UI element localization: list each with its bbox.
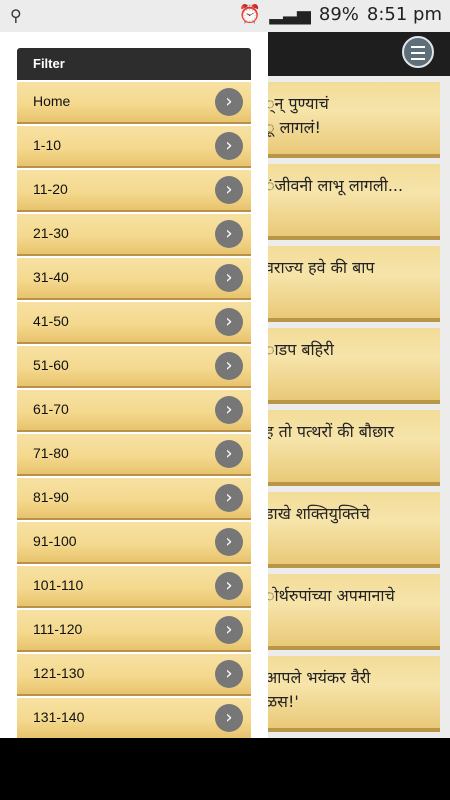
chevron-right-icon: › <box>215 132 243 160</box>
list-item-text: ोर्थरुपांच्या अपमानाचे <box>265 586 395 605</box>
battery-percent: 89% <box>318 4 359 25</box>
drawer-item-21-30[interactable]: 21-30 › <box>17 214 251 256</box>
chevron-right-icon: › <box>215 440 243 468</box>
drawer-item-label: 11-20 <box>33 181 68 197</box>
drawer-item-41-50[interactable]: 41-50 › <box>17 302 251 344</box>
drawer-item-111-120[interactable]: 111-120 › <box>17 610 251 652</box>
drawer-item-51-60[interactable]: 51-60 › <box>17 346 251 388</box>
drawer-item-121-130[interactable]: 121-130 › <box>17 654 251 696</box>
chevron-right-icon: › <box>215 352 243 380</box>
drawer-item-71-80[interactable]: 71-80 › <box>17 434 251 476</box>
signal-icon: ▂▃▅ <box>269 4 311 25</box>
drawer-item-131-140[interactable]: 131-140 › <box>17 698 251 738</box>
chevron-right-icon: › <box>215 528 243 556</box>
drawer-item-31-40[interactable]: 31-40 › <box>17 258 251 300</box>
drawer-item-label: 1-10 <box>33 137 62 153</box>
navigation-drawer: Filter Home › 1-10 › 11-20 › 21-30 › 31-40 › … <box>0 32 268 738</box>
drawer-item-1-10[interactable]: 1-10 › <box>17 126 251 168</box>
list-item-text: ्न् पुण्याचं ू लागलं! <box>265 94 329 137</box>
drawer-header: Filter <box>17 48 251 80</box>
chevron-right-icon: › <box>215 220 243 248</box>
drawer-item-label: 101-110 <box>33 577 84 593</box>
chevron-right-icon: › <box>215 396 243 424</box>
chevron-right-icon: › <box>215 572 243 600</box>
status-bar: ⚲ ⏰ ▂▃▅ 89% 8:51 pm <box>0 0 450 32</box>
chevron-right-icon: › <box>215 88 243 116</box>
drawer-item-label: 71-80 <box>33 445 69 461</box>
hamburger-menu-icon[interactable] <box>402 36 434 68</box>
list-item-text: ंजीवनी लाभू लागली... <box>265 176 404 195</box>
drawer-item-101-110[interactable]: 101-110 › <box>17 566 251 608</box>
drawer-item-label: 51-60 <box>33 357 69 373</box>
drawer-item-label: 21-30 <box>33 225 69 241</box>
usb-icon: ⚲ <box>10 6 22 25</box>
drawer-item-81-90[interactable]: 81-90 › <box>17 478 251 520</box>
drawer-item-label: Home <box>33 93 71 109</box>
chevron-right-icon: › <box>215 484 243 512</box>
system-navigation-bar <box>0 738 450 800</box>
chevron-right-icon: › <box>215 264 243 292</box>
list-item-text: आपले भयंकर वैरी ळस!' <box>265 668 371 711</box>
drawer-item-label: 31-40 <box>33 269 69 285</box>
alarm-icon: ⏰ <box>238 4 262 25</box>
drawer-item-91-100[interactable]: 91-100 › <box>17 522 251 564</box>
drawer-item-11-20[interactable]: 11-20 › <box>17 170 251 212</box>
status-icons: ⏰ ▂▃▅ 89% 8:51 pm <box>239 4 442 25</box>
drawer-item-label: 61-70 <box>33 401 69 417</box>
drawer-item-label: 41-50 <box>33 313 69 329</box>
drawer-item-label: 131-140 <box>33 709 85 725</box>
list-item-text: डाखे शक्तियुक्तिचे <box>265 504 370 523</box>
chevron-right-icon: › <box>215 704 243 732</box>
list-item-text: ह तो पत्थरों की बौछार <box>265 422 394 441</box>
list-item-text: वराज्य हवे की बाप <box>265 258 375 277</box>
drawer-item-label: 111-120 <box>33 621 83 637</box>
list-item-text: ाडप बहिरी <box>265 340 334 359</box>
screen: ⚲ ⏰ ▂▃▅ 89% 8:51 pm a ्न् पुण्याचं ू लाग… <box>0 0 450 738</box>
drawer-item-home[interactable]: Home › <box>17 82 251 124</box>
chevron-right-icon: › <box>215 660 243 688</box>
chevron-right-icon: › <box>215 308 243 336</box>
drawer-item-61-70[interactable]: 61-70 › <box>17 390 251 432</box>
chevron-right-icon: › <box>215 176 243 204</box>
time: 8:51 pm <box>366 4 442 25</box>
drawer-item-label: 81-90 <box>33 489 69 505</box>
drawer-item-label: 121-130 <box>33 665 85 681</box>
drawer-item-label: 91-100 <box>33 533 77 549</box>
chevron-right-icon: › <box>215 616 243 644</box>
